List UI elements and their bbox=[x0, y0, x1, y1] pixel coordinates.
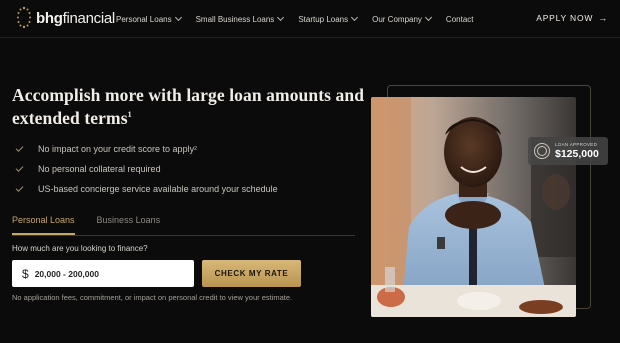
nav-menu: Personal Loans Small Business Loans Star… bbox=[116, 0, 489, 38]
tab-business-loans[interactable]: Business Loans bbox=[97, 212, 161, 235]
checkmark-icon bbox=[15, 143, 24, 152]
checkmark-icon bbox=[15, 163, 24, 172]
finance-amount-label: How much are you looking to finance? bbox=[12, 244, 148, 253]
nav-startup-loans[interactable]: Startup Loans bbox=[298, 13, 359, 24]
benefit-text: No personal collateral required bbox=[38, 164, 161, 174]
arrow-right-icon: → bbox=[598, 13, 608, 23]
nav-item-label: Small Business Loans bbox=[195, 14, 275, 24]
chevron-down-icon bbox=[424, 13, 432, 22]
benefit-item: US-based concierge service available aro… bbox=[15, 179, 278, 199]
apply-now-link[interactable]: APPLY NOW → bbox=[536, 13, 608, 23]
benefit-item: No impact on your credit score to apply 2 bbox=[15, 139, 278, 159]
dollar-icon: $ bbox=[22, 266, 29, 281]
loan-amount-value: 20,000 - 200,000 bbox=[34, 268, 99, 279]
loan-approved-badge: LOAN APPROVED $125,000 bbox=[528, 137, 608, 165]
loan-type-tabs: Personal Loans Business Loans bbox=[12, 212, 355, 236]
headline-text: Accomplish more with large loan amounts … bbox=[12, 85, 365, 128]
benefit-item: No personal collateral required bbox=[15, 159, 278, 179]
nav-our-company[interactable]: Our Company bbox=[372, 13, 432, 24]
nav-item-label: Startup Loans bbox=[298, 14, 349, 24]
nav-item-label: Contact bbox=[445, 14, 474, 24]
badge-label: LOAN APPROVED bbox=[555, 142, 598, 147]
check-my-rate-button[interactable]: CHECK MY RATE bbox=[202, 260, 301, 287]
chevron-down-icon bbox=[351, 13, 359, 22]
benefit-text: No impact on your credit score to apply bbox=[38, 144, 195, 154]
estimate-disclaimer: No application fees, commitment, or impa… bbox=[12, 293, 293, 302]
benefit-list: No impact on your credit score to apply 2… bbox=[15, 139, 278, 199]
badge-amount: $125,000 bbox=[555, 148, 599, 160]
loan-amount-select[interactable]: $ 20,000 - 200,000 bbox=[12, 260, 194, 287]
checkmark-icon bbox=[15, 183, 24, 192]
top-navigation: bhgfinancial Personal Loans Small Busine… bbox=[0, 0, 620, 38]
apply-now-label: APPLY NOW bbox=[536, 13, 594, 23]
bhg-financial-logo[interactable]: bhgfinancial bbox=[16, 5, 115, 31]
nav-item-label: Personal Loans bbox=[116, 14, 172, 24]
benefit-text: US-based concierge service available aro… bbox=[38, 184, 278, 194]
chevron-down-icon bbox=[174, 13, 182, 22]
footnote-marker: 1 bbox=[127, 110, 132, 120]
hero-headline: Accomplish more with large loan amounts … bbox=[12, 84, 372, 130]
nav-small-business-loans[interactable]: Small Business Loans bbox=[195, 13, 285, 24]
nav-contact[interactable]: Contact bbox=[446, 15, 474, 24]
nav-personal-loans[interactable]: Personal Loans bbox=[116, 13, 182, 24]
hero-photo-man-smiling bbox=[371, 97, 576, 317]
coin-icon bbox=[534, 143, 550, 159]
chevron-down-icon bbox=[277, 13, 285, 22]
nav-item-label: Our Company bbox=[372, 14, 422, 24]
logo-dots-icon bbox=[16, 5, 32, 31]
tab-personal-loans[interactable]: Personal Loans bbox=[12, 212, 75, 235]
logo-wordmark: bhgfinancial bbox=[36, 9, 115, 27]
